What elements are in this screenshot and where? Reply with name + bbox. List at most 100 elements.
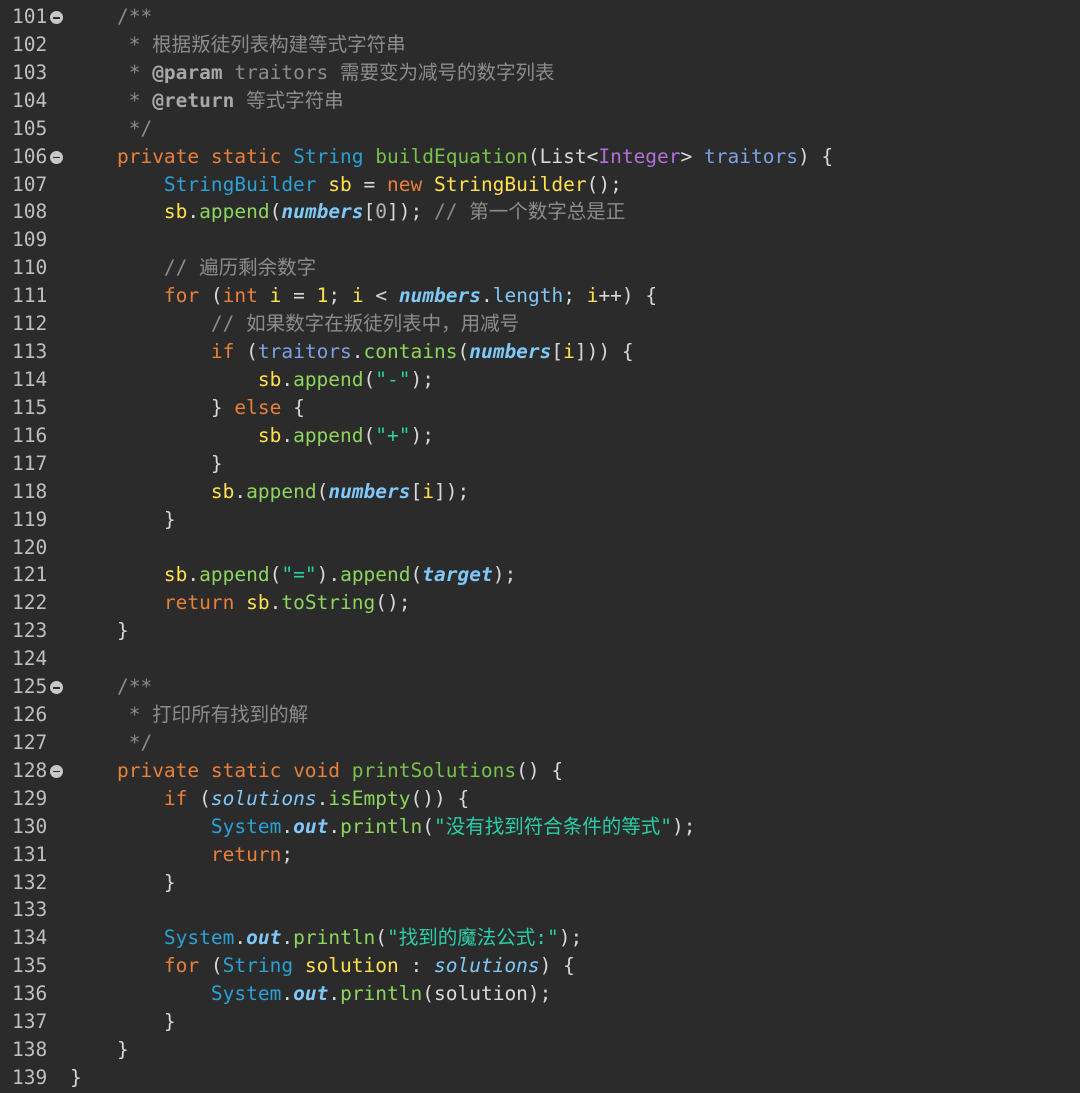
code-line[interactable]: 113 if (traitors.contains(numbers[i])) { <box>0 338 1080 366</box>
code-token-keyword: private static void <box>116 758 352 782</box>
code-line[interactable]: 119 } <box>0 506 1080 534</box>
code-line[interactable]: 123 } <box>0 617 1080 645</box>
code-line[interactable]: 116 sb.append("+"); <box>0 422 1080 450</box>
code-token-plain: } <box>163 870 176 894</box>
code-token-method-call: append <box>199 200 270 224</box>
code-token-comment: 等式字符串 <box>234 88 344 112</box>
line-number: 106 <box>12 144 48 168</box>
code-line[interactable]: 121 sb.append("=").append(target); <box>0 561 1080 589</box>
line-number: 104 <box>12 88 48 112</box>
line-number: 130 <box>12 814 48 838</box>
code-line[interactable]: 139} <box>0 1064 1080 1092</box>
line-number: 116 <box>12 423 48 447</box>
code-line[interactable]: 134 System.out.println("找到的魔法公式:"); <box>0 924 1080 952</box>
line-number: 109 <box>12 228 48 252</box>
code-editor[interactable]: 101 /** 102 * 根据叛徒列表构建等式字符串 103 * @param t… <box>0 0 1080 1093</box>
code-line[interactable]: 111 for (int i = 1; i < numbers.length; … <box>0 282 1080 310</box>
code-line[interactable]: 107 StringBuilder sb = new StringBuilder… <box>0 171 1080 199</box>
code-token-method-call: append <box>199 563 270 587</box>
code-line[interactable]: 106 private static String buildEquation(… <box>0 143 1080 171</box>
code-token-plain: ( <box>316 479 329 503</box>
code-line[interactable]: 110 // 遍历剩余数字 <box>0 254 1080 282</box>
code-token-method-call: append <box>246 479 317 503</box>
code-token-keyword: for <box>163 284 211 308</box>
code-token-method-call: isEmpty <box>328 786 411 810</box>
code-token-plain: ( <box>363 423 376 447</box>
code-line[interactable]: 128 private static void printSolutions()… <box>0 757 1080 785</box>
code-line[interactable]: 132 } <box>0 869 1080 897</box>
line-number: 129 <box>12 786 48 810</box>
code-line[interactable]: 135 for (String solution : solutions) { <box>0 952 1080 980</box>
code-line[interactable]: 120 <box>0 534 1080 562</box>
line-number: 105 <box>12 116 48 140</box>
line-number: 131 <box>12 842 48 866</box>
code-line[interactable]: 114 sb.append("-"); <box>0 366 1080 394</box>
code-token-plain: ( <box>363 368 376 391</box>
code-text: } <box>70 617 129 645</box>
code-line[interactable]: 102 * 根据叛徒列表构建等式字符串 <box>0 31 1080 59</box>
code-token-local-var: i <box>422 479 435 503</box>
code-line[interactable]: 101 /** <box>0 3 1080 31</box>
code-token-static-field: out <box>246 926 282 950</box>
fold-collapse-icon[interactable] <box>50 11 63 24</box>
code-line[interactable]: 118 sb.append(numbers[i]); <box>0 478 1080 506</box>
code-text: if (solutions.isEmpty()) { <box>70 785 469 813</box>
code-token-comment: /** <box>116 5 153 28</box>
code-line[interactable]: 136 System.out.println(solution); <box>0 980 1080 1008</box>
line-number: 127 <box>12 730 48 754</box>
code-text: } else { <box>70 394 305 422</box>
fold-collapse-icon[interactable] <box>50 681 63 695</box>
code-line[interactable]: 125 /** <box>0 673 1080 701</box>
code-line[interactable]: 103 * @param traitors 需要变为减号的数字列表 <box>0 59 1080 87</box>
code-token-plain: ( <box>527 144 540 168</box>
code-token-static-field: out <box>293 814 329 838</box>
code-line[interactable]: 131 return; <box>0 841 1080 869</box>
line-number: 123 <box>12 619 48 643</box>
code-line[interactable]: 122 return sb.toString(); <box>0 589 1080 617</box>
code-line[interactable]: 137 } <box>0 1008 1080 1036</box>
code-line[interactable]: 127 */ <box>0 729 1080 757</box>
code-token-plain: (solution); <box>422 982 552 1006</box>
code-line[interactable]: 117 } <box>0 450 1080 478</box>
code-line[interactable]: 115 } else { <box>0 394 1080 422</box>
code-token-plain: ()) { <box>410 786 470 810</box>
code-line[interactable]: 138 } <box>0 1036 1080 1064</box>
code-line[interactable]: 124 <box>0 645 1080 673</box>
code-line[interactable]: 130 System.out.println("没有找到符合条件的等式"); <box>0 813 1080 841</box>
code-token-plain: . <box>481 284 493 308</box>
code-line[interactable]: 129 if (solutions.isEmpty()) { <box>0 785 1080 813</box>
fold-collapse-icon[interactable] <box>50 764 63 778</box>
code-token-type: String <box>222 954 305 978</box>
code-line[interactable]: 104 * @return 等式字符串 <box>0 87 1080 115</box>
code-line[interactable]: 126 * 打印所有找到的解 <box>0 701 1080 729</box>
code-text: sb.append("-"); <box>70 366 434 394</box>
fold-collapse-icon[interactable] <box>50 150 63 164</box>
code-token-plain: . <box>281 814 294 838</box>
code-line[interactable]: 112 // 如果数字在叛徒列表中，用减号 <box>0 310 1080 338</box>
code-token-plain: ); <box>492 563 517 587</box>
code-token-string: "+" <box>375 423 411 447</box>
code-text: } <box>70 450 223 478</box>
line-number: 134 <box>12 926 48 950</box>
code-token-keyword: int <box>222 284 270 308</box>
code-line[interactable]: 108 sb.append(numbers[0]); // 第一个数字总是正 <box>0 198 1080 226</box>
code-token-plain: : <box>398 954 434 978</box>
code-token-plain: ) { <box>539 954 575 978</box>
code-line[interactable]: 133 <box>0 896 1080 924</box>
line-number: 112 <box>12 312 48 336</box>
code-token-plain: > <box>680 144 705 168</box>
line-number: 118 <box>12 479 48 503</box>
line-number: 117 <box>12 451 48 475</box>
code-line[interactable]: 109 <box>0 226 1080 254</box>
code-token-type: System <box>163 926 235 950</box>
code-text: for (int i = 1; i < numbers.length; i++)… <box>70 282 657 310</box>
code-line[interactable]: 105 */ <box>0 115 1080 143</box>
